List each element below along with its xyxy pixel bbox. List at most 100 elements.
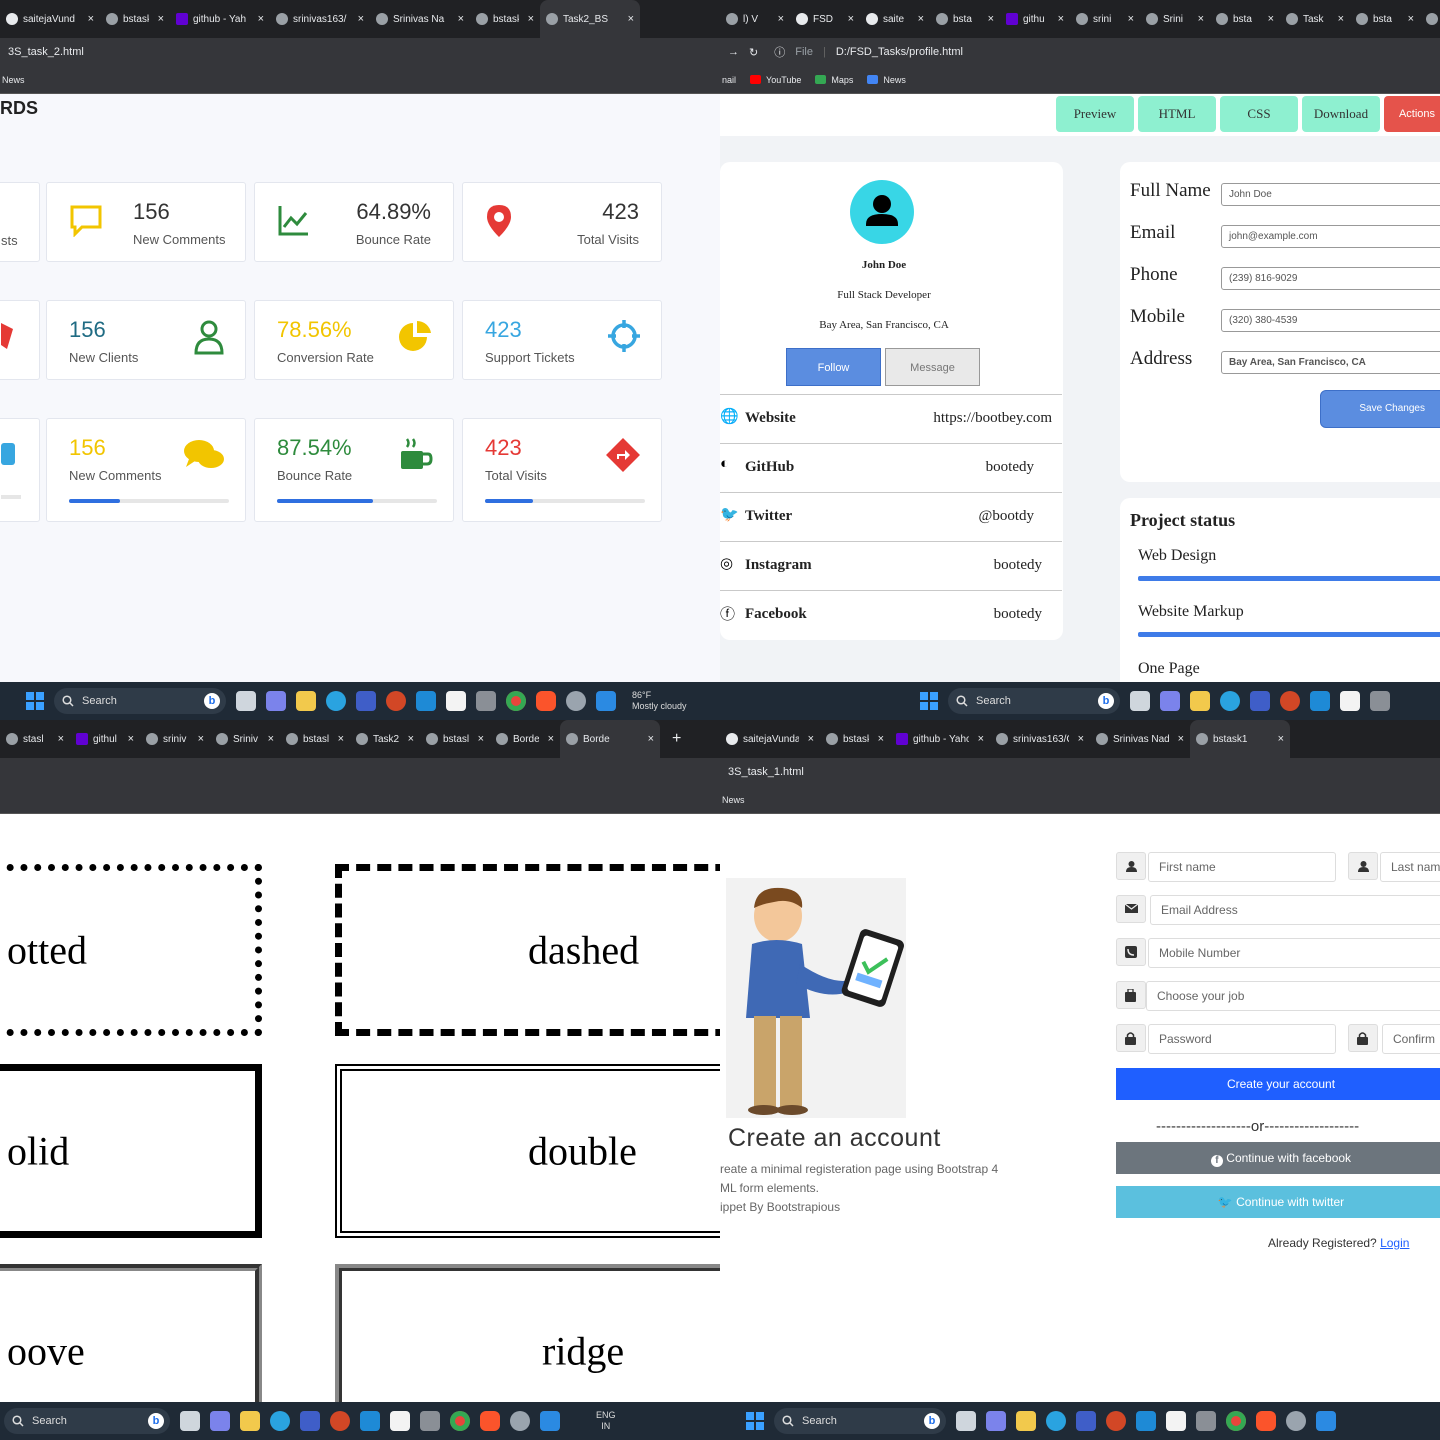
follow-button[interactable]: Follow: [786, 348, 881, 386]
browser-tab[interactable]: Srinivas Na ×: [370, 0, 470, 38]
teams-icon[interactable]: [266, 691, 286, 711]
close-tab-icon[interactable]: ×: [918, 13, 924, 25]
powerpoint-icon[interactable]: [330, 1411, 350, 1431]
taskbar-search[interactable]: Search b: [4, 1408, 170, 1434]
browser-tab[interactable]: bstasl ×: [420, 720, 490, 758]
message-button[interactable]: Message: [885, 348, 980, 386]
close-tab-icon[interactable]: ×: [1268, 13, 1274, 25]
close-tab-icon[interactable]: ×: [198, 733, 204, 745]
close-tab-icon[interactable]: ×: [978, 733, 984, 745]
url-text[interactable]: D:/FSD_Tasks/profile.html: [836, 46, 963, 58]
bookmark-item[interactable]: nail: [722, 75, 736, 85]
chrome-icon[interactable]: [506, 691, 526, 711]
store-icon[interactable]: [446, 691, 466, 711]
close-tab-icon[interactable]: ×: [268, 733, 274, 745]
browser-tab[interactable]: Sriniv ×: [210, 720, 280, 758]
browser-tab[interactable]: bsta ×: [1210, 0, 1280, 38]
mobile-number-input[interactable]: Mobile Number: [1148, 938, 1440, 968]
taskbar-search[interactable]: Search b: [774, 1408, 946, 1434]
browser-tab[interactable]: Borde ×: [560, 720, 660, 758]
app-icon[interactable]: [1250, 691, 1270, 711]
browser-tab[interactable]: srinivas163/Ca ×: [990, 720, 1090, 758]
close-tab-icon[interactable]: ×: [628, 13, 634, 25]
info-icon[interactable]: ⓘ: [774, 44, 785, 60]
reload-icon[interactable]: ↻: [749, 46, 758, 59]
close-tab-icon[interactable]: ×: [458, 13, 464, 25]
password-input[interactable]: Password: [1148, 1024, 1336, 1054]
close-tab-icon[interactable]: ×: [258, 13, 264, 25]
browser-tab[interactable]: github - Yah ×: [170, 0, 270, 38]
powerpoint-icon[interactable]: [1280, 691, 1300, 711]
file-explorer-icon[interactable]: [1016, 1411, 1036, 1431]
close-tab-icon[interactable]: ×: [1278, 733, 1284, 745]
browser-tab[interactable]: saitejaVund ×: [0, 0, 100, 38]
task-view-icon[interactable]: [1130, 691, 1150, 711]
vscode-icon[interactable]: [596, 691, 616, 711]
browser-tab[interactable]: Task ×: [1280, 0, 1350, 38]
form-input[interactable]: john@example.com: [1221, 225, 1440, 248]
forward-icon[interactable]: →: [728, 46, 739, 58]
browser-tab[interactable]: Bor×: [1420, 0, 1440, 38]
browser-tab[interactable]: srini ×: [1070, 0, 1140, 38]
browser-tab[interactable]: Task2 ×: [350, 720, 420, 758]
confirm-password-input[interactable]: Confirm: [1382, 1024, 1440, 1054]
form-input[interactable]: Bay Area, San Francisco, CA: [1221, 351, 1440, 374]
teams-icon[interactable]: [986, 1411, 1006, 1431]
close-tab-icon[interactable]: ×: [1128, 13, 1134, 25]
url-text[interactable]: 3S_task_2.html: [8, 46, 84, 58]
last-name-input[interactable]: Last nam: [1380, 852, 1440, 882]
close-tab-icon[interactable]: ×: [808, 733, 814, 745]
close-tab-icon[interactable]: ×: [1338, 13, 1344, 25]
vscode-icon[interactable]: [1316, 1411, 1336, 1431]
browser-tab[interactable]: Srini ×: [1140, 0, 1210, 38]
taskbar-search[interactable]: Search b: [948, 688, 1120, 714]
settings-icon[interactable]: [510, 1411, 530, 1431]
powerpoint-icon[interactable]: [386, 691, 406, 711]
bookmark-item[interactable]: News: [867, 75, 906, 85]
browser-tab[interactable]: bsta ×: [930, 0, 1000, 38]
brave-icon[interactable]: [480, 1411, 500, 1431]
settings-icon[interactable]: [1286, 1411, 1306, 1431]
close-tab-icon[interactable]: ×: [158, 13, 164, 25]
windows-start-icon[interactable]: [26, 692, 44, 710]
login-link[interactable]: Login: [1380, 1236, 1409, 1250]
file-explorer-icon[interactable]: [1190, 691, 1210, 711]
browser-tab[interactable]: github - Yahoo ×: [890, 720, 990, 758]
powerpoint-icon[interactable]: [1106, 1411, 1126, 1431]
file-explorer-icon[interactable]: [296, 691, 316, 711]
close-tab-icon[interactable]: ×: [128, 733, 134, 745]
first-name-input[interactable]: First name: [1148, 852, 1336, 882]
close-tab-icon[interactable]: ×: [648, 733, 654, 745]
download-button[interactable]: Download: [1302, 96, 1380, 132]
address-bar[interactable]: 3S_task_2.html: [0, 38, 720, 66]
preview-button[interactable]: Preview: [1056, 96, 1134, 132]
url-text[interactable]: 3S_task_1.html: [728, 766, 804, 778]
browser-tab[interactable]: bstask1 ×: [1190, 720, 1290, 758]
settings-icon[interactable]: [566, 691, 586, 711]
close-tab-icon[interactable]: ×: [1408, 13, 1414, 25]
chrome-icon[interactable]: [1226, 1411, 1246, 1431]
close-tab-icon[interactable]: ×: [478, 733, 484, 745]
browser-tab[interactable]: stasl ×: [0, 720, 70, 758]
address-bar[interactable]: [0, 758, 720, 786]
browser-tab[interactable]: bstask2 ×: [100, 0, 170, 38]
snipping-icon[interactable]: [1370, 691, 1390, 711]
browser-tab[interactable]: githu ×: [1000, 0, 1070, 38]
edge-icon[interactable]: [1220, 691, 1240, 711]
bookmark-news[interactable]: News: [2, 75, 25, 85]
browser-tab[interactable]: l) V ×: [720, 0, 790, 38]
snipping-icon[interactable]: [420, 1411, 440, 1431]
browser-tab[interactable]: srinivas163/ ×: [270, 0, 370, 38]
browser-tab[interactable]: bstask1 ×: [470, 0, 540, 38]
browser-tab[interactable]: bstask2 ×: [820, 720, 890, 758]
browser-tab[interactable]: FSD ×: [790, 0, 860, 38]
app-icon[interactable]: [300, 1411, 320, 1431]
bookmark-news[interactable]: News: [722, 795, 745, 805]
browser-tab[interactable]: sriniv ×: [140, 720, 210, 758]
close-tab-icon[interactable]: ×: [1058, 13, 1064, 25]
brave-icon[interactable]: [1256, 1411, 1276, 1431]
edge-icon[interactable]: [326, 691, 346, 711]
calculator-icon[interactable]: [360, 1411, 380, 1431]
browser-tab[interactable]: bstasl ×: [280, 720, 350, 758]
close-tab-icon[interactable]: ×: [88, 13, 94, 25]
